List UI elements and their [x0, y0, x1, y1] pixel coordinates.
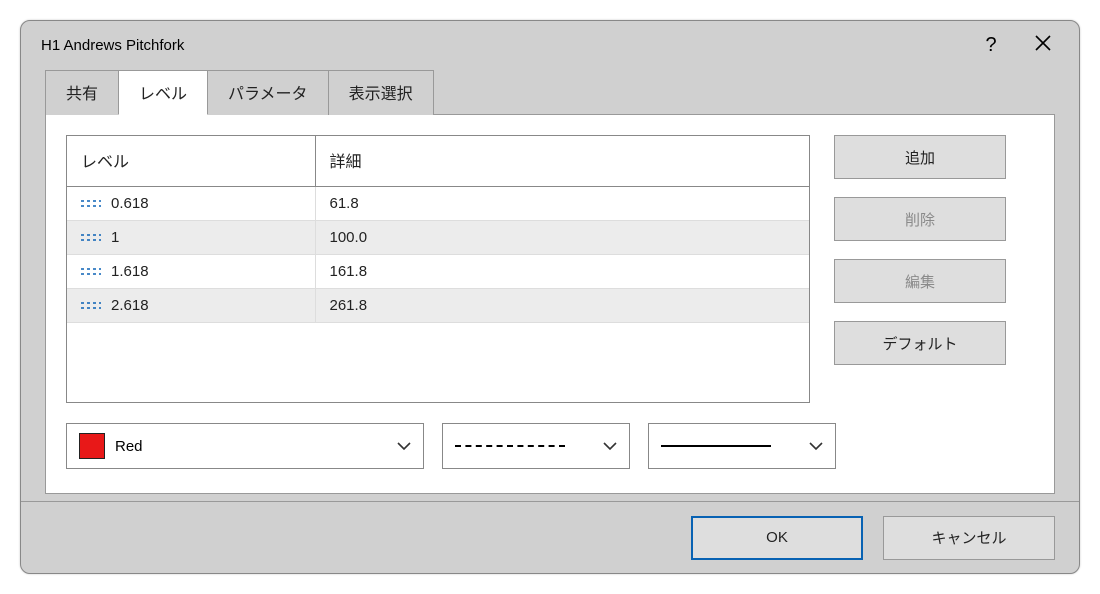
chevron-down-icon: [397, 441, 411, 451]
line-style-icon: [81, 234, 101, 242]
dialog-footer: OK キャンセル: [21, 501, 1079, 573]
question-icon: ?: [985, 34, 996, 57]
titlebar: H1 Andrews Pitchfork ?: [21, 21, 1079, 69]
detail-value: 161.8: [315, 255, 809, 289]
tab-label: 共有: [66, 86, 98, 103]
chevron-down-icon: [603, 441, 617, 451]
button-label: 編集: [905, 271, 935, 292]
ok-button[interactable]: OK: [691, 516, 863, 560]
add-button[interactable]: 追加: [834, 135, 1006, 179]
detail-value: 100.0: [315, 221, 809, 255]
table-row[interactable]: 1.618 161.8: [67, 255, 809, 289]
help-button[interactable]: ?: [965, 25, 1017, 65]
detail-value: 261.8: [315, 289, 809, 323]
button-label: 追加: [905, 147, 935, 168]
button-label: 削除: [905, 209, 935, 230]
col-header-detail[interactable]: 詳細: [315, 136, 809, 187]
button-label: デフォルト: [882, 333, 957, 354]
col-header-level[interactable]: レベル: [67, 136, 315, 187]
dialog-window: H1 Andrews Pitchfork ? 共有 レベル パラメータ 表示選択…: [20, 20, 1080, 574]
delete-button[interactable]: 削除: [834, 197, 1006, 241]
levels-table: レベル 詳細 0.618 61.8 1 100.0: [66, 135, 810, 403]
line-style-icon: [81, 302, 101, 310]
button-label: OK: [766, 529, 788, 546]
tab-label: パラメータ: [228, 86, 308, 103]
tab-levels[interactable]: レベル: [118, 70, 208, 115]
line-style-icon: [81, 200, 101, 208]
level-value: 2.618: [111, 297, 149, 314]
level-value: 1.618: [111, 263, 149, 280]
cancel-button[interactable]: キャンセル: [883, 516, 1055, 560]
color-selector[interactable]: Red: [66, 423, 424, 469]
level-value: 0.618: [111, 195, 149, 212]
edit-button[interactable]: 編集: [834, 259, 1006, 303]
table-row[interactable]: 1 100.0: [67, 221, 809, 255]
close-button[interactable]: [1017, 25, 1069, 65]
side-buttons: 追加 削除 編集 デフォルト: [834, 135, 1006, 403]
chevron-down-icon: [809, 441, 823, 451]
window-title: H1 Andrews Pitchfork: [41, 37, 184, 54]
color-name: Red: [115, 438, 143, 455]
tab-label: レベル: [139, 86, 187, 103]
tab-parameters[interactable]: パラメータ: [207, 70, 329, 115]
line-style-selector[interactable]: [442, 423, 630, 469]
tab-display[interactable]: 表示選択: [328, 70, 434, 115]
detail-value: 61.8: [315, 187, 809, 221]
tab-label: 表示選択: [349, 86, 413, 103]
line-width-selector[interactable]: [648, 423, 836, 469]
button-label: キャンセル: [931, 527, 1006, 548]
dashed-line-icon: [455, 445, 565, 447]
close-icon: [1034, 34, 1052, 57]
level-value: 1: [111, 229, 119, 246]
table-row[interactable]: 0.618 61.8: [67, 187, 809, 221]
line-style-icon: [81, 268, 101, 276]
tab-strip: 共有 レベル パラメータ 表示選択: [45, 69, 1079, 114]
solid-line-icon: [661, 445, 771, 447]
table-row[interactable]: 2.618 261.8: [67, 289, 809, 323]
color-swatch-icon: [79, 433, 105, 459]
style-selectors: Red: [66, 423, 1034, 469]
tab-panel: レベル 詳細 0.618 61.8 1 100.0: [45, 114, 1055, 494]
default-button[interactable]: デフォルト: [834, 321, 1006, 365]
tab-share[interactable]: 共有: [45, 70, 119, 115]
